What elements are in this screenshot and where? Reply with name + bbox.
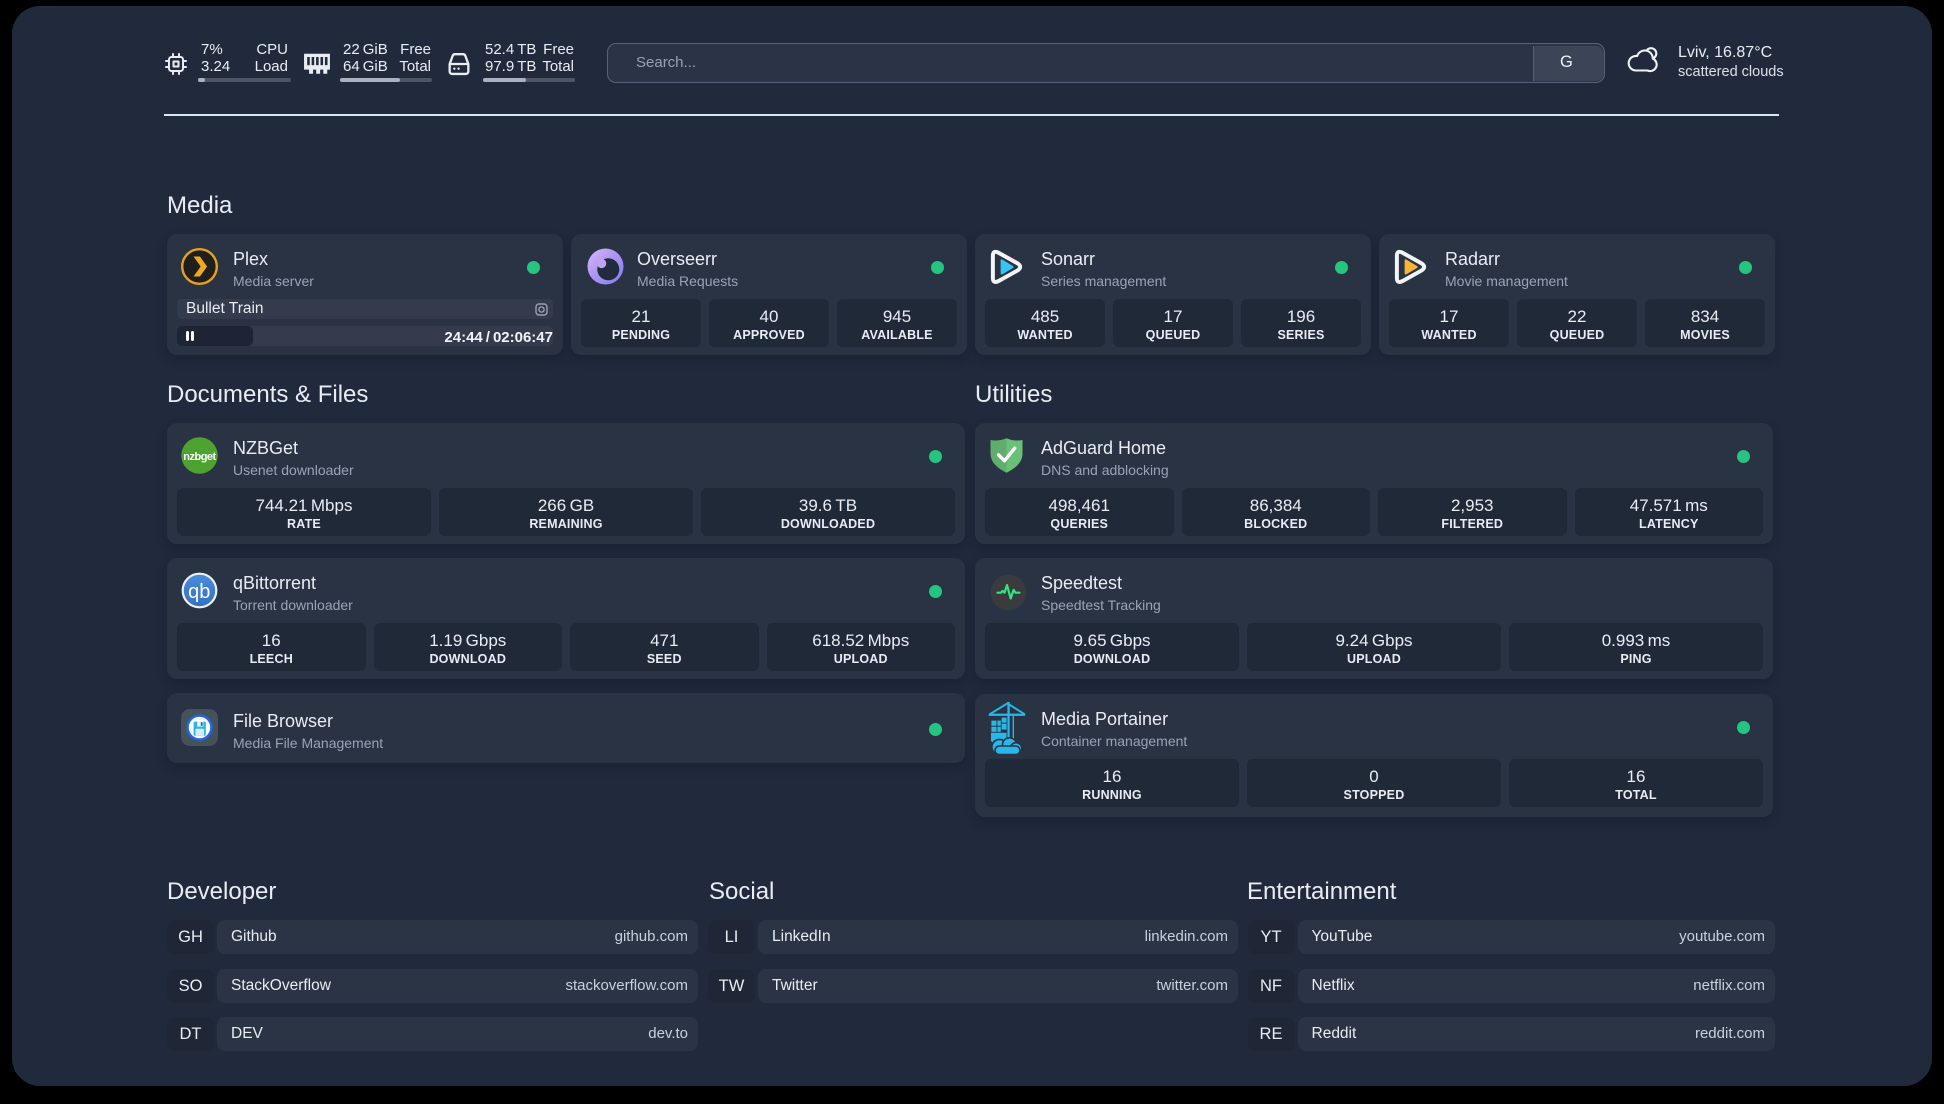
svg-text:qb: qb — [188, 581, 210, 603]
svg-text:nzbget: nzbget — [183, 451, 216, 463]
